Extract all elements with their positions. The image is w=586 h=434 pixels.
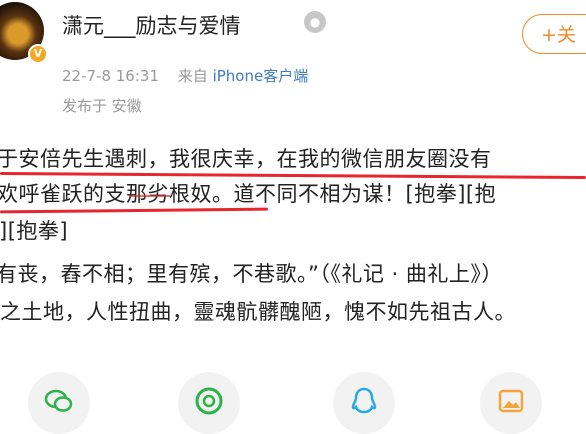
post-text-line: 欢呼雀跃的支那劣根奴。道不同不相为谋！[抱拳][抱 [0, 182, 497, 206]
username[interactable]: 潇元___励志与爱情 [62, 10, 241, 40]
verified-badge-icon: V [28, 44, 48, 64]
post-source: 来自 iPhone客户端 [178, 67, 308, 85]
qq-icon [351, 387, 377, 414]
red-strike-mark [130, 195, 170, 197]
source-device-link[interactable]: iPhone客户端 [213, 67, 309, 85]
share-qq-button[interactable] [333, 372, 395, 434]
album-icon [498, 389, 524, 413]
post-meta: 22-7-8 16:31 来自 iPhone客户端 [62, 65, 308, 86]
wechat-icon [44, 389, 73, 412]
red-underline-mark [0, 207, 269, 214]
share-moments-button[interactable] [178, 372, 240, 434]
share-wechat-button[interactable] [28, 372, 90, 434]
post-text-line: ][抱拳] [0, 219, 69, 243]
post-text-line: 之土地，人性扭曲，靈魂骯髒醜陋，愧不如先祖古人。 [0, 300, 516, 324]
medal-icon: ● [304, 11, 326, 33]
post-text-line: 有丧，舂不相；里有殡，不巷歌。”（《礼记 · 曲礼上》） [0, 262, 503, 286]
post-location: 发布于 安徽 [62, 97, 142, 115]
source-prefix: 来自 [177, 67, 208, 85]
post-text-line: 于安倍先生遇刺，我很庆幸，在我的微信朋友圈没有 [0, 147, 492, 171]
post-time: 22-7-8 16:31 [62, 67, 159, 85]
follow-button[interactable]: +关 [522, 14, 586, 54]
moments-icon [195, 387, 223, 415]
share-album-button[interactable] [480, 372, 542, 434]
